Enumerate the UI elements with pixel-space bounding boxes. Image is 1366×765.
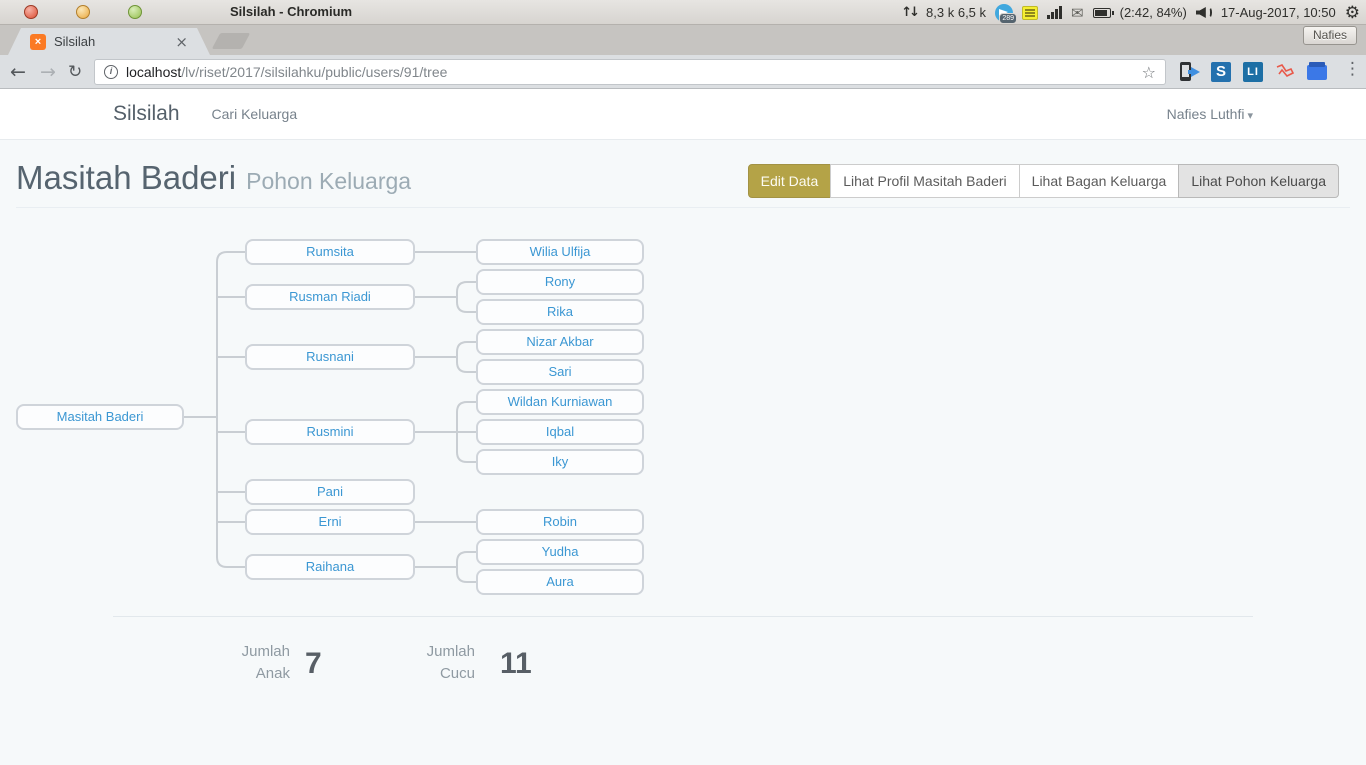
url-path: /lv/riset/2017/silsilahku/public/users/9…: [181, 64, 447, 80]
tree-node-grandchild[interactable]: Wilia Ulfija: [476, 239, 644, 265]
page-content: Silsilah Cari Keluarga Nafies Luthfi▾ Ma…: [0, 89, 1366, 765]
tree-node-grandchild[interactable]: Rika: [476, 299, 644, 325]
tree-node-child[interactable]: Rusman Riadi: [245, 284, 415, 310]
system-tray: ↑↓ 8,3 k 6,5 k 289 ✉ (2:42, 84%) 17-Aug-…: [901, 0, 1360, 25]
tree-node-grandchild[interactable]: Sari: [476, 359, 644, 385]
signal-icon[interactable]: [1047, 6, 1062, 19]
telegram-badge: 289: [999, 13, 1017, 24]
url-text[interactable]: localhost/lv/riset/2017/silsilahku/publi…: [126, 64, 447, 80]
stats-divider: [113, 616, 1253, 617]
jumlah-anak-value: 7: [305, 647, 322, 681]
tab-silsilah[interactable]: × Silsilah ×: [8, 28, 210, 55]
desktop-username-tooltip: Nafies: [1303, 26, 1357, 45]
battery-icon[interactable]: [1093, 8, 1111, 18]
lihat-bagan-button[interactable]: Lihat Bagan Keluarga: [1019, 164, 1180, 198]
tree-node-grandchild[interactable]: Aura: [476, 569, 644, 595]
new-tab-button[interactable]: [212, 33, 251, 49]
window-title: Silsilah - Chromium: [230, 4, 352, 19]
tree-node-root[interactable]: Masitah Baderi: [16, 404, 184, 430]
tree-node-grandchild[interactable]: Robin: [476, 509, 644, 535]
chevron-down-icon: ▾: [1247, 109, 1253, 122]
tree-node-grandchild[interactable]: Iky: [476, 449, 644, 475]
back-icon[interactable]: ←: [10, 60, 26, 84]
tree-node-child[interactable]: Raihana: [245, 554, 415, 580]
volume-icon[interactable]: [1196, 7, 1212, 18]
clock[interactable]: 17-Aug-2017, 10:50: [1221, 5, 1336, 20]
network-arrows-icon[interactable]: ↑↓: [901, 5, 917, 20]
tree-node-child[interactable]: Pani: [245, 479, 415, 505]
tree-node-child[interactable]: Rusnani: [245, 344, 415, 370]
browser-toolbar: ← → ↻ i localhost/lv/riset/2017/silsilah…: [0, 55, 1366, 89]
jumlah-cucu-label: Jumlah Cucu: [413, 641, 475, 685]
page-title: Masitah Baderi: [16, 159, 236, 196]
page-subtitle: Pohon Keluarga: [246, 168, 411, 194]
window-controls: [24, 5, 142, 19]
box-extension-icon[interactable]: [1307, 62, 1327, 82]
li-extension-icon[interactable]: LI: [1243, 62, 1263, 82]
jumlah-anak-label: Jumlah Anak: [228, 641, 290, 685]
edit-data-button[interactable]: Edit Data: [748, 164, 832, 198]
mobile-tester-extension-icon[interactable]: [1178, 62, 1198, 82]
laravel-extension-icon[interactable]: [1275, 62, 1295, 82]
system-bar: Silsilah - Chromium ↑↓ 8,3 k 6,5 k 289 ✉…: [0, 0, 1366, 25]
todo-list-icon[interactable]: [1022, 6, 1038, 20]
lihat-profil-button[interactable]: Lihat Profil Masitah Baderi: [830, 164, 1019, 198]
tree-node-grandchild[interactable]: Iqbal: [476, 419, 644, 445]
window-minimize-icon[interactable]: [76, 5, 90, 19]
window-close-icon[interactable]: [24, 5, 38, 19]
brand-link[interactable]: Silsilah: [113, 102, 180, 126]
tree-node-grandchild[interactable]: Nizar Akbar: [476, 329, 644, 355]
tab-strip: × Silsilah ×: [0, 25, 1366, 55]
action-button-group: Edit Data Lihat Profil Masitah Baderi Li…: [748, 164, 1339, 198]
lihat-pohon-button[interactable]: Lihat Pohon Keluarga: [1178, 164, 1339, 198]
tree-node-grandchild[interactable]: Wildan Kurniawan: [476, 389, 644, 415]
window-maximize-icon[interactable]: [128, 5, 142, 19]
tree-node-child[interactable]: Rumsita: [245, 239, 415, 265]
nav-link-cari-keluarga[interactable]: Cari Keluarga: [212, 106, 298, 122]
page-info-icon[interactable]: i: [104, 65, 118, 79]
mail-icon[interactable]: ✉: [1071, 4, 1084, 22]
xampp-favicon-icon: ×: [30, 34, 46, 50]
s-extension-icon[interactable]: S: [1211, 62, 1231, 82]
address-bar[interactable]: i localhost/lv/riset/2017/silsilahku/pub…: [94, 59, 1166, 85]
tab-close-icon[interactable]: ×: [175, 33, 188, 51]
tree-node-child[interactable]: Rusmini: [245, 419, 415, 445]
user-dropdown[interactable]: Nafies Luthfi▾: [1167, 106, 1253, 122]
bookmark-star-icon[interactable]: ☆: [1142, 63, 1156, 82]
gear-icon[interactable]: ⚙: [1345, 3, 1360, 23]
reload-icon[interactable]: ↻: [68, 60, 82, 84]
telegram-icon[interactable]: 289: [995, 4, 1013, 22]
jumlah-cucu-value: 11: [500, 647, 532, 681]
battery-status: (2:42, 84%): [1120, 5, 1187, 20]
forward-icon: →: [40, 60, 56, 84]
site-navbar: Silsilah Cari Keluarga Nafies Luthfi▾: [0, 89, 1366, 140]
browser-menu-icon[interactable]: ⋮: [1344, 59, 1361, 79]
tree-node-grandchild[interactable]: Yudha: [476, 539, 644, 565]
tab-title: Silsilah: [54, 34, 175, 49]
tree-node-grandchild[interactable]: Rony: [476, 269, 644, 295]
network-rates: 8,3 k 6,5 k: [926, 5, 986, 20]
tree-node-child[interactable]: Erni: [245, 509, 415, 535]
user-name: Nafies Luthfi: [1167, 106, 1245, 122]
url-host: localhost: [126, 64, 181, 80]
